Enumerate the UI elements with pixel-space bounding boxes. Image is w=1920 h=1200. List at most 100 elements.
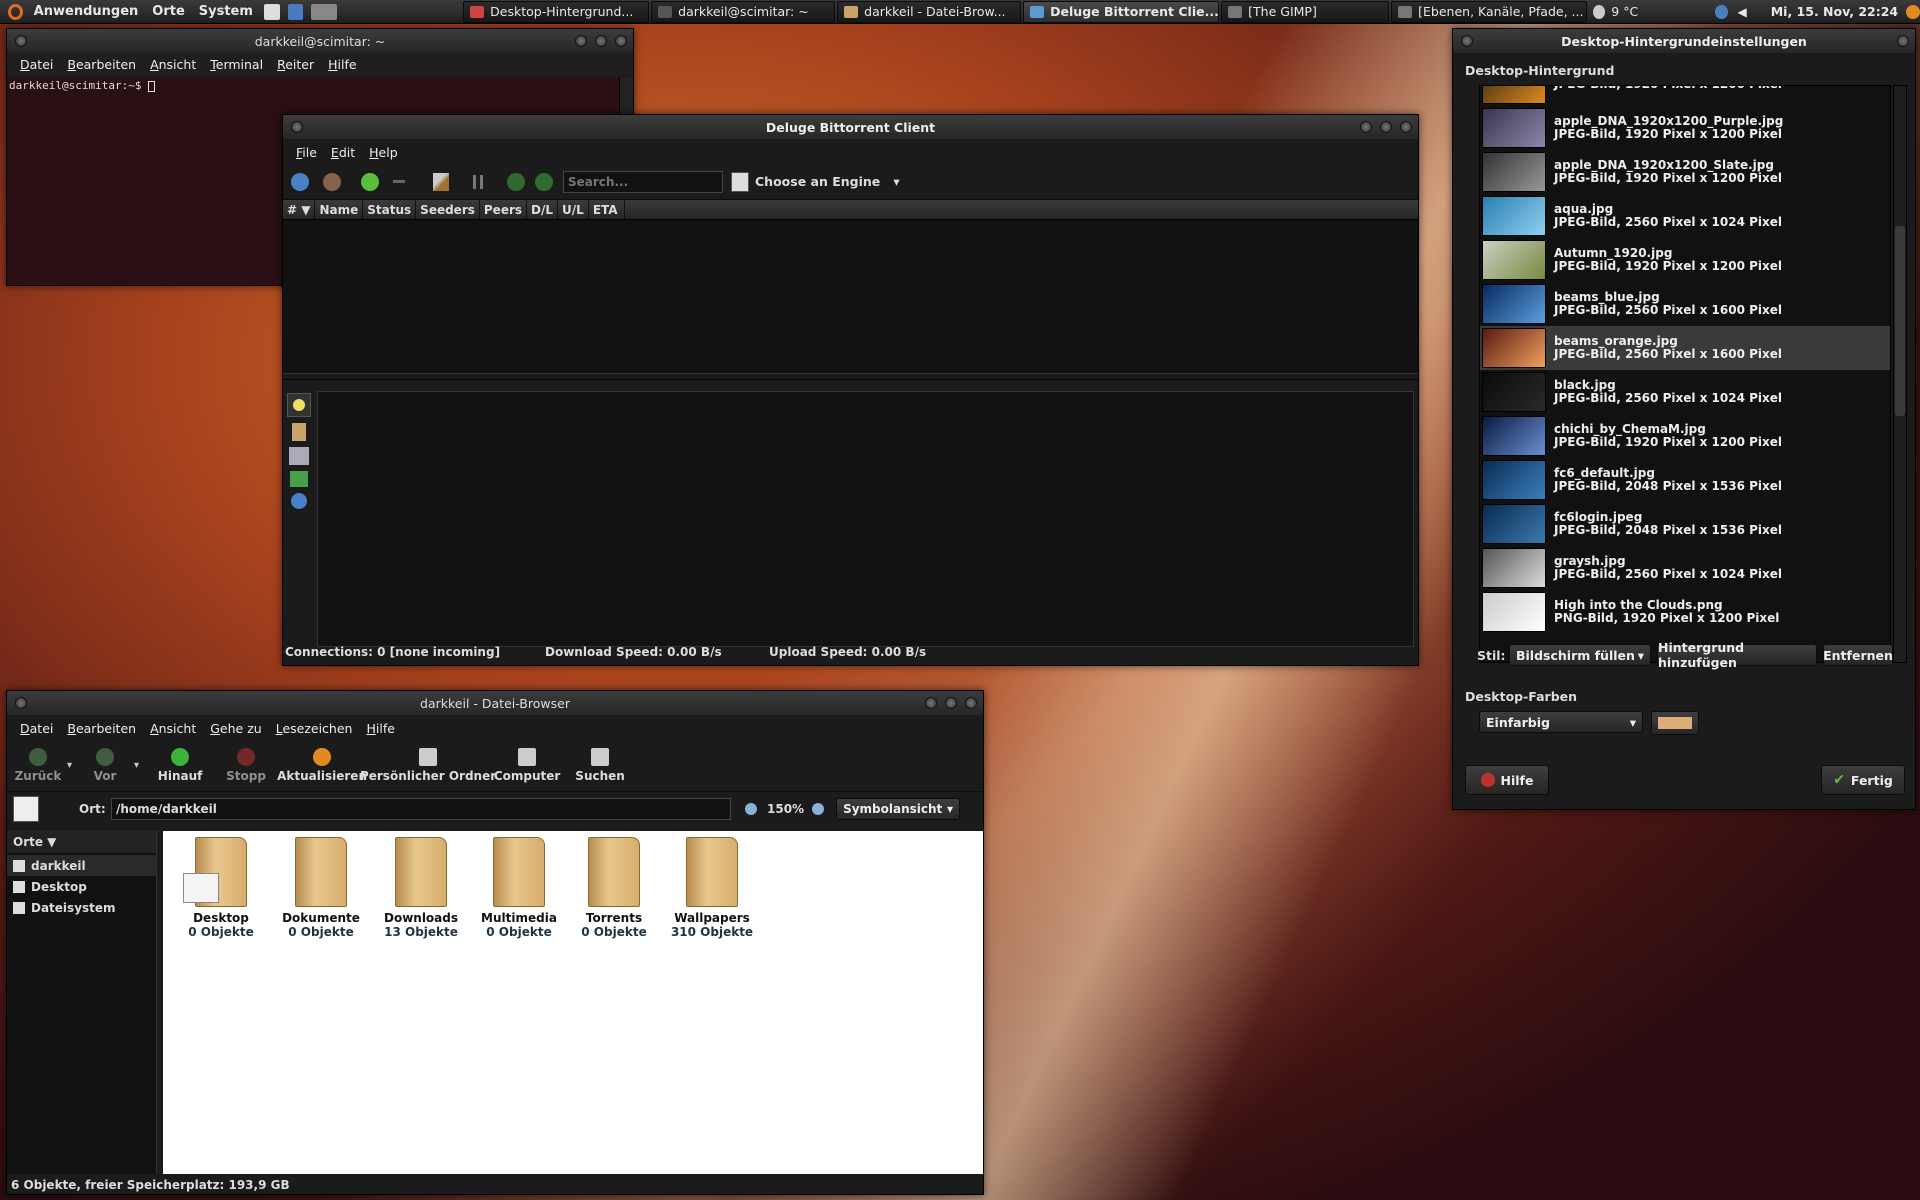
deluge-titlebar[interactable]: Deluge Bittorrent Client xyxy=(283,115,1418,139)
location-input[interactable] xyxy=(111,798,731,820)
taskbar-button[interactable]: darkkeil@scimitar: ~ xyxy=(651,0,836,23)
taskbar-button[interactable]: [Ebenen, Kanäle, Pfade, ... xyxy=(1391,0,1588,23)
reload-button[interactable]: Aktualisieren xyxy=(277,748,367,783)
close-icon[interactable] xyxy=(1400,121,1412,133)
zoom-in-icon[interactable] xyxy=(812,803,825,815)
close-icon[interactable] xyxy=(1897,35,1909,47)
menu-datei[interactable]: Datei xyxy=(13,55,60,74)
menu-bearbeiten[interactable]: Bearbeiten xyxy=(60,719,143,738)
forward-arrow-button[interactable]: Vor xyxy=(80,748,130,783)
menu-lesezeichen[interactable]: Lesezeichen xyxy=(269,719,360,738)
clear-finished-icon[interactable] xyxy=(433,172,449,191)
column-header[interactable]: Seeders xyxy=(416,200,480,219)
details-tab-status-icon[interactable] xyxy=(287,393,311,417)
menu-help[interactable]: Help xyxy=(362,143,405,162)
column-header[interactable]: Name xyxy=(315,200,364,219)
done-button[interactable]: ✔ Fertig xyxy=(1821,765,1905,795)
menu-hilfe[interactable]: Hilfe xyxy=(359,719,401,738)
taskbar-button[interactable]: [The GIMP] xyxy=(1221,0,1390,23)
up-arrow-button[interactable]: Hinauf xyxy=(147,748,213,783)
window-menu-icon[interactable] xyxy=(1461,35,1473,47)
weather-temperature[interactable]: 9 °C xyxy=(1611,4,1715,19)
help-button[interactable]: Hilfe xyxy=(1465,765,1549,795)
history-dropdown-icon[interactable]: ▾ xyxy=(134,760,139,771)
style-dropdown[interactable]: Bildschirm füllen ▾ xyxy=(1509,644,1651,666)
menu-hilfe[interactable]: Hilfe xyxy=(321,55,363,74)
search-button[interactable]: Suchen xyxy=(567,748,633,783)
network-launcher-icon[interactable] xyxy=(311,3,338,20)
menu-ansicht[interactable]: Ansicht xyxy=(143,55,203,74)
menu-bearbeiten[interactable]: Bearbeiten xyxy=(60,55,143,74)
color-mode-dropdown[interactable]: Einfarbig ▾ xyxy=(1479,711,1643,733)
details-tab-graph-icon[interactable] xyxy=(290,471,308,487)
menu-orte[interactable]: Orte xyxy=(145,4,192,19)
folder-item[interactable]: Downloads 13 Objekte xyxy=(371,837,471,939)
clock[interactable]: Mi, 15. Nov, 22:24 xyxy=(1771,4,1898,19)
maximize-icon[interactable] xyxy=(595,35,607,47)
wallpaper-item[interactable]: fc6_default.jpg JPEG-Bild, 2048 Pixel x 1… xyxy=(1480,458,1890,502)
search-input[interactable] xyxy=(563,170,723,193)
minimize-icon[interactable] xyxy=(575,35,587,47)
menu-system[interactable]: System xyxy=(192,4,260,19)
menu-anwendungen[interactable]: Anwendungen xyxy=(27,4,146,19)
wallpaper-item[interactable]: apple_DNA_1920x1200_Purple.jpg JPEG-Bild,… xyxy=(1480,106,1890,150)
wallpaper-item[interactable]: beams_blue.jpg JPEG-Bild, 2560 Pixel x 16… xyxy=(1480,282,1890,326)
add-background-button[interactable]: Hintergrund hinzufügen xyxy=(1657,640,1817,670)
queue-up-icon[interactable] xyxy=(507,172,525,191)
menu-file[interactable]: File xyxy=(289,143,324,162)
window-menu-icon[interactable] xyxy=(15,35,27,47)
file-icon-view[interactable]: Desktop 0 Objekte Dokumente 0 Objekte Downlo… xyxy=(163,831,983,1174)
history-dropdown-icon[interactable]: ▾ xyxy=(67,760,72,771)
wallpaper-item[interactable]: beams_orange.jpg JPEG-Bild, 2560 Pixel x … xyxy=(1480,326,1890,370)
details-tab-files-icon[interactable] xyxy=(292,423,306,441)
back-arrow-button[interactable]: Zurück xyxy=(13,748,63,783)
minimize-icon[interactable] xyxy=(1360,121,1372,133)
column-header[interactable]: Peers xyxy=(480,200,528,219)
wallpaper-item[interactable]: JPEG-Bild, 1920 Pixel x 1200 Pixel xyxy=(1480,86,1890,106)
maximize-icon[interactable] xyxy=(945,697,957,709)
remove-background-button[interactable]: Entfernen xyxy=(1823,644,1893,666)
sidebar-item-dateisystem[interactable]: Dateisystem xyxy=(7,897,156,918)
taskbar-button[interactable]: darkkeil - Datei-Brow... xyxy=(837,0,1022,23)
places-header[interactable]: Orte ▼ xyxy=(7,831,156,853)
pane-divider[interactable] xyxy=(283,374,1418,380)
user-switcher-icon[interactable] xyxy=(1906,4,1920,19)
color-picker-button[interactable] xyxy=(1651,711,1699,735)
folder-item[interactable]: Torrents 0 Objekte xyxy=(567,837,661,939)
minimize-icon[interactable] xyxy=(925,697,937,709)
wallpaper-item[interactable]: fc6login.jpeg JPEG-Bild, 2048 Pixel x 153… xyxy=(1480,502,1890,546)
volume-icon[interactable]: ◀ xyxy=(1738,5,1747,19)
wallpaper-item[interactable]: graysh.jpg JPEG-Bild, 2560 Pixel x 1024 P… xyxy=(1480,546,1890,590)
sidebar-item-desktop[interactable]: Desktop xyxy=(7,876,156,897)
menu-terminal[interactable]: Terminal xyxy=(203,55,270,74)
torrent-list[interactable] xyxy=(283,220,1418,374)
details-tab-peers-icon[interactable] xyxy=(289,447,309,465)
sidebar-item-darkkeil[interactable]: darkkeil xyxy=(7,855,156,876)
close-icon[interactable] xyxy=(965,697,977,709)
wallpaper-item[interactable]: High into the Clouds.png PNG-Bild, 1920 P… xyxy=(1480,590,1890,634)
queue-down-icon[interactable] xyxy=(535,172,553,191)
column-header[interactable]: Status xyxy=(363,200,417,219)
wallpaper-list-scrollbar[interactable] xyxy=(1893,85,1907,663)
background-settings-titlebar[interactable]: Desktop-Hintergrundeinstellungen xyxy=(1453,29,1915,53)
wallpaper-item[interactable]: apple_DNA_1920x1200_Slate.jpg JPEG-Bild, … xyxy=(1480,150,1890,194)
info-icon[interactable] xyxy=(291,172,309,191)
menu-gehe-zu[interactable]: Gehe zu xyxy=(203,719,268,738)
computer-button[interactable]: Computer xyxy=(491,748,563,783)
zoom-level[interactable]: 150% xyxy=(767,802,804,816)
folder-item[interactable]: Dokumente 0 Objekte xyxy=(271,837,371,939)
details-tab-info-icon[interactable] xyxy=(291,493,307,509)
pause-icon[interactable] xyxy=(473,174,483,189)
window-menu-icon[interactable] xyxy=(15,697,27,709)
engine-dropdown[interactable]: Choose an Engine ▾ xyxy=(755,174,900,189)
folder-item[interactable]: Multimedia 0 Objekte xyxy=(471,837,567,939)
view-mode-dropdown[interactable]: Symbolansicht ▾ xyxy=(836,798,961,820)
remove-torrent-icon[interactable] xyxy=(393,180,405,183)
search-engine-icon[interactable] xyxy=(731,171,749,192)
menu-reiter[interactable]: Reiter xyxy=(270,55,321,74)
menu-datei[interactable]: Datei xyxy=(13,719,60,738)
column-header[interactable]: D/L xyxy=(527,200,559,219)
wallpaper-item[interactable]: chichi_by_ChemaM.jpg JPEG-Bild, 1920 Pixe… xyxy=(1480,414,1890,458)
column-header[interactable]: U/L xyxy=(558,200,589,219)
stop-button[interactable]: Stopp xyxy=(217,748,275,783)
